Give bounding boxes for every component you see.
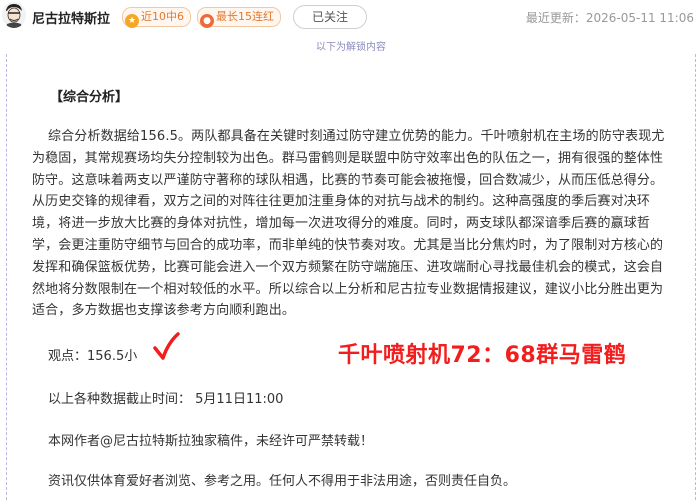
badge-streak-label: 最长15连红	[216, 10, 274, 23]
update-time: 最近更新：2026-05-11 11:06	[525, 11, 694, 25]
unlock-banner: 以下为解锁内容	[316, 42, 386, 53]
viewpoint-text: 观点：156.5小	[48, 349, 138, 364]
follow-button[interactable]: 已关注	[293, 5, 367, 29]
badge-win-streak: ● 最长15连红	[197, 7, 281, 28]
badge-recent-record: ★ 近10中6	[122, 7, 191, 28]
analysis-paragraph: 综合分析数据给156.5。两队都具备在关键时刻通过防守建立优势的能力。千叶喷射机…	[32, 129, 665, 319]
badge-recent-label: 近10中6	[141, 10, 184, 23]
copyright-note: 本网作者@尼古拉特斯拉独家稿件，未经许可严禁转载！	[48, 434, 374, 449]
avatar-portrait-icon	[2, 2, 26, 28]
author-name[interactable]: 尼古拉特斯拉	[32, 8, 110, 27]
star-icon: ★	[125, 14, 139, 28]
article-header: 尼古拉特斯拉 ★ 近10中6 ● 最长15连红 已关注 最近更新：2026-05-1…	[0, 0, 700, 34]
fire-icon: ●	[200, 14, 214, 28]
section-title: 【综合分析】	[50, 90, 129, 105]
disclaimer-text: 资讯仅供体育爱好者浏览、参考之用。任何人不得用于非法用途，否则责任自负。	[48, 474, 517, 489]
avatar[interactable]	[2, 2, 26, 28]
checkmark-icon	[153, 332, 180, 360]
predicted-score: 千叶喷射机72：68群马雷鹤	[338, 343, 627, 368]
data-cutoff-time: 以上各种数据截止时间： 5月11日11:00	[48, 392, 284, 407]
